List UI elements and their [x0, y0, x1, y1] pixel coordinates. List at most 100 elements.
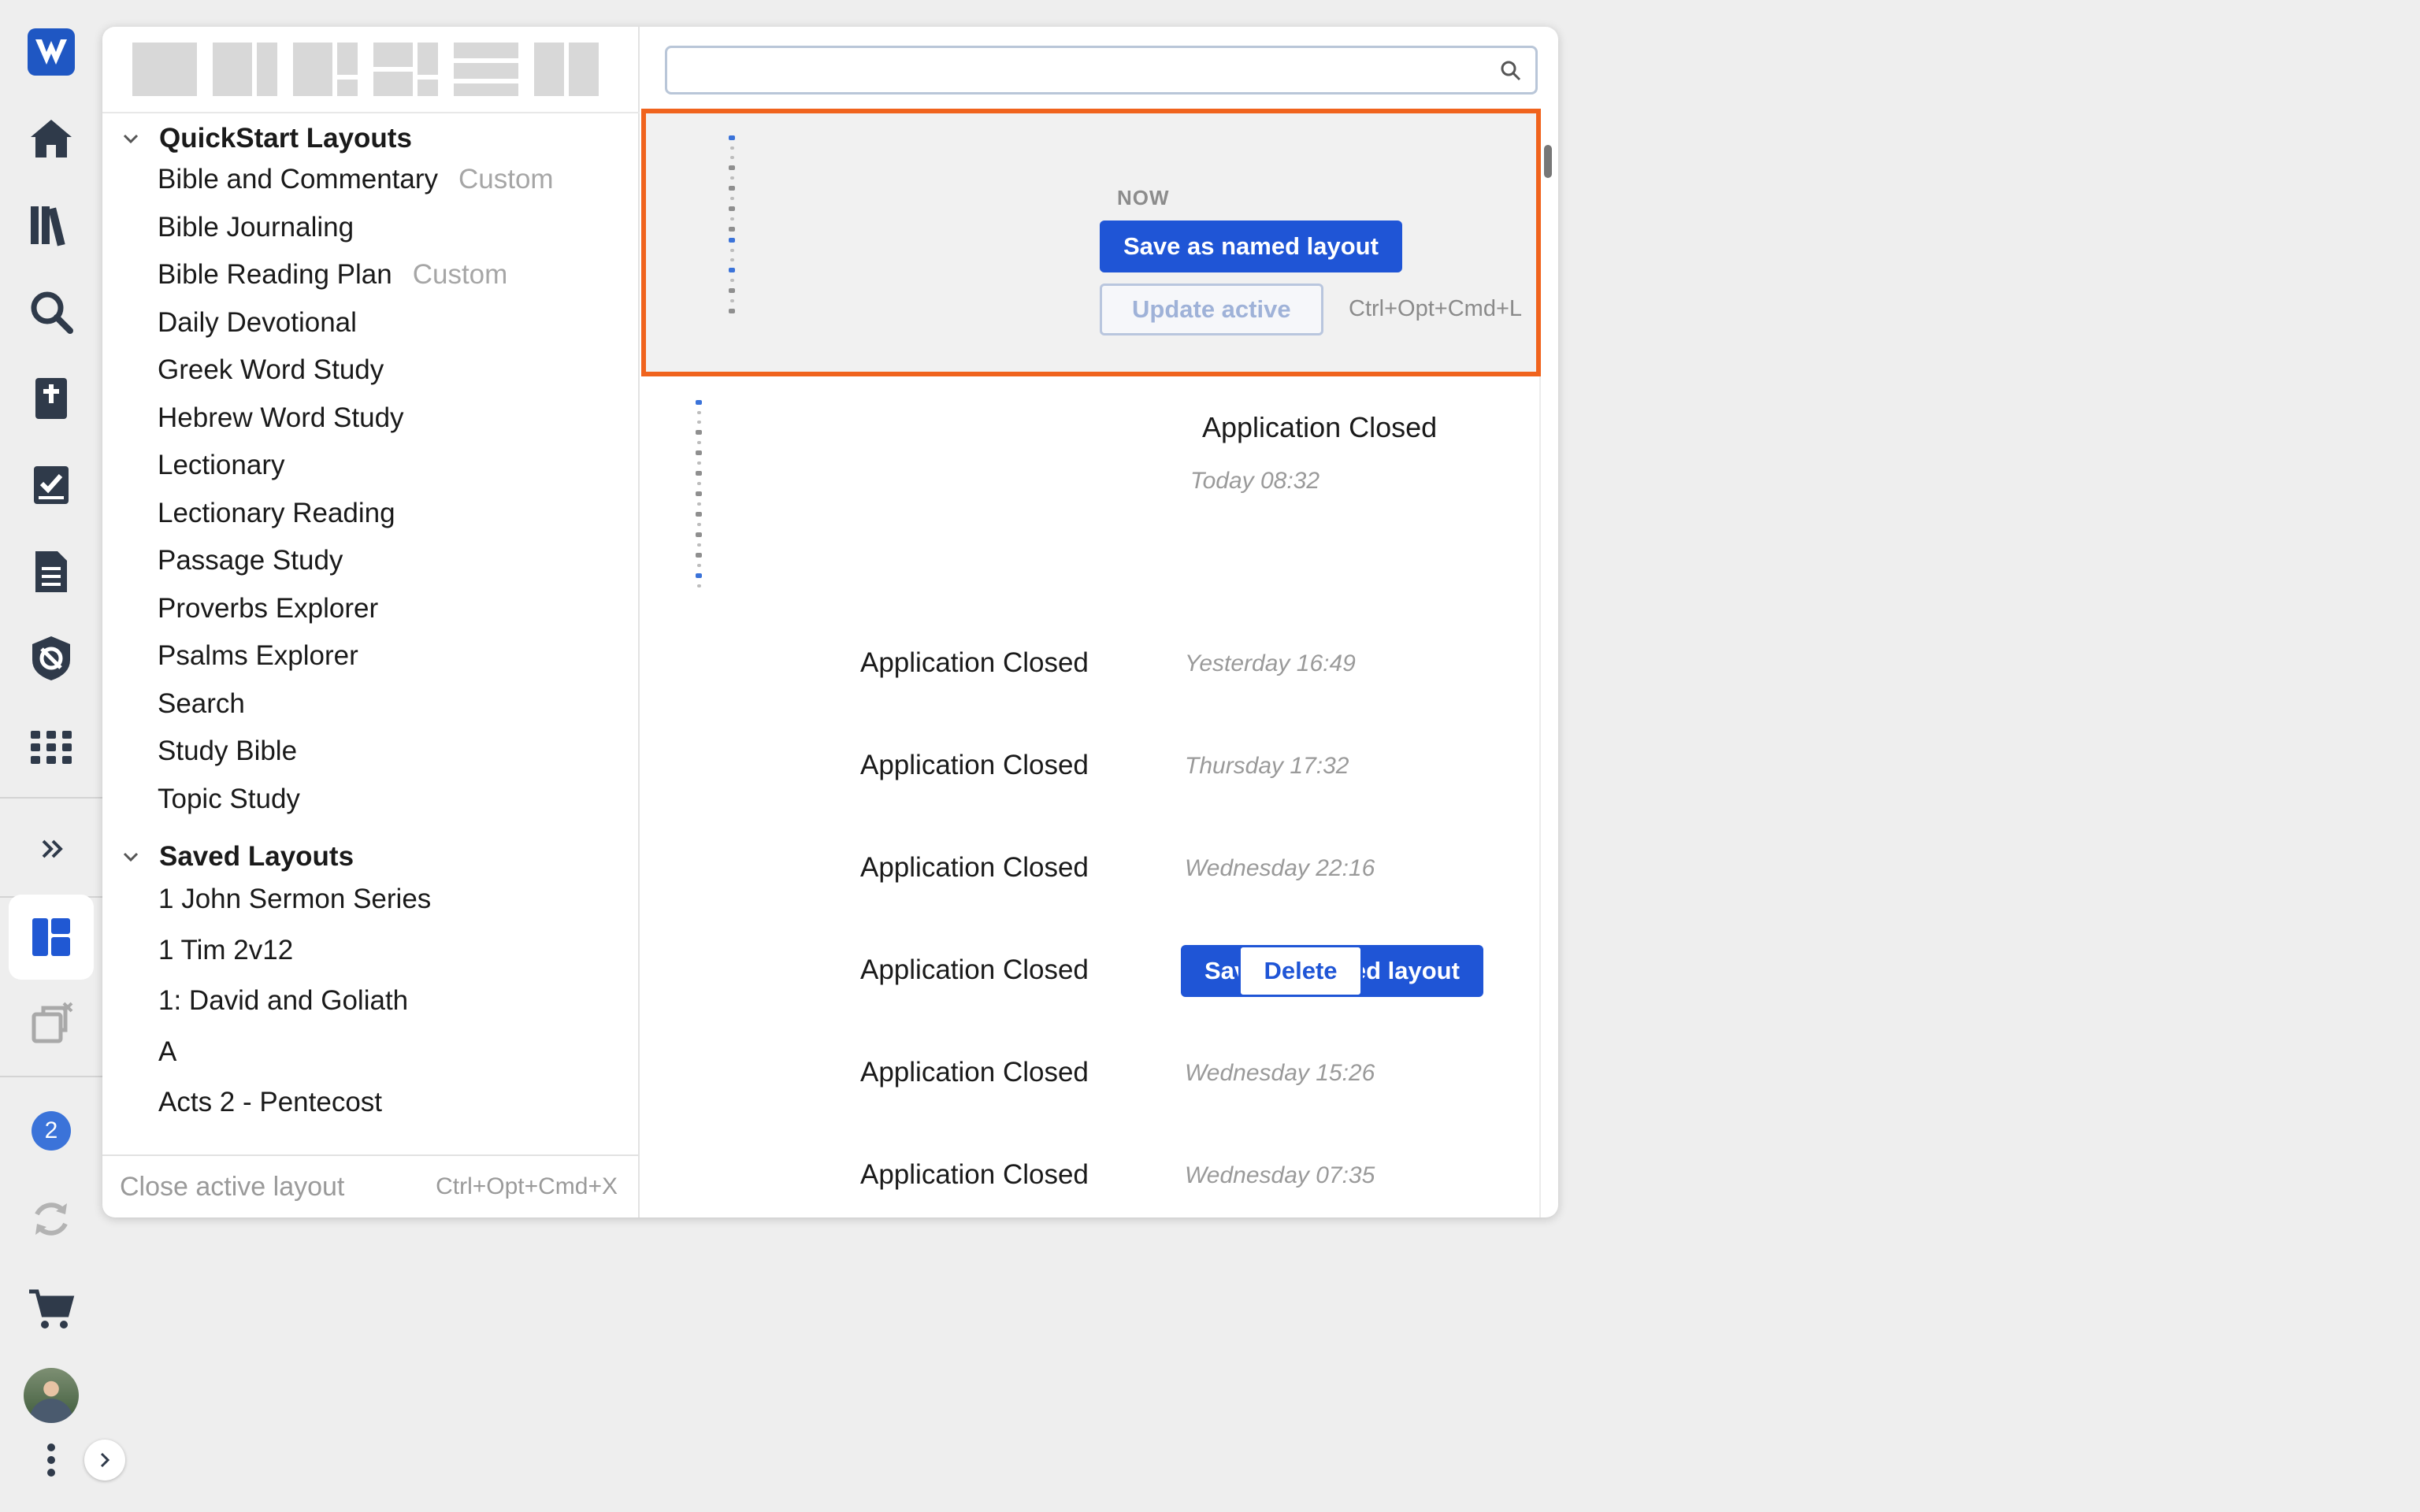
search-icon[interactable] [9, 269, 94, 354]
history-row[interactable]: Application Closed Wednesday 15:26 [641, 1024, 1539, 1118]
double-chevron-right-icon[interactable] [9, 806, 94, 891]
group-title: QuickStart Layouts [159, 123, 412, 154]
checklist-icon[interactable] [9, 443, 94, 528]
saved-layout-item[interactable]: A [158, 1028, 176, 1076]
app-rail: 2 [0, 0, 125, 1512]
layout-thumbnail[interactable] [693, 400, 704, 594]
quickstart-layout-item[interactable]: Daily Devotional [158, 299, 357, 346]
layouts-panel: QuickStart Layouts Bible and Commentary C… [102, 27, 1558, 1217]
chevron-down-icon [123, 852, 139, 862]
history-item-name: Application Closed [860, 954, 1089, 985]
history-item-name[interactable]: Application Closed [1202, 411, 1437, 444]
stacked-layout-icon[interactable] [454, 43, 518, 96]
now-label: NOW [1117, 186, 1170, 209]
shield-icon[interactable] [9, 616, 94, 701]
close-active-layout-shortcut: Ctrl+Opt+Cmd+X [436, 1173, 618, 1199]
layout-item-label: Bible Journaling [158, 212, 354, 243]
history-row[interactable]: Application Closed Wednesday 22:16 [641, 819, 1539, 914]
chevron-right-icon [100, 1452, 110, 1468]
saved-layout-item[interactable]: 1: David and Goliath [158, 977, 408, 1025]
layout-item-label: Hebrew Word Study [158, 402, 404, 433]
quickstart-group-header[interactable]: QuickStart Layouts [120, 115, 412, 162]
four-pane-layout-icon[interactable] [373, 43, 438, 96]
scrollbar-thumb[interactable] [1544, 145, 1552, 178]
layout-item-label: Bible Reading Plan [158, 259, 392, 290]
quickstart-layout-item[interactable]: Greek Word Study [158, 346, 384, 394]
layout-item-label: Acts 2 - Pentecost [158, 1087, 383, 1117]
bible-icon[interactable] [9, 356, 94, 441]
rail-divider [0, 797, 102, 799]
expand-rail-button[interactable] [84, 1440, 125, 1480]
close-active-layout-label: Close active layout [120, 1171, 345, 1202]
saved-layout-item[interactable]: 1 Tim 2v12 [158, 927, 293, 974]
single-pane-layout-icon[interactable] [132, 43, 197, 96]
history-item-name: Application Closed [860, 647, 1089, 678]
search-input[interactable] [667, 48, 1535, 92]
sync-icon[interactable] [9, 1177, 94, 1262]
layouts-tree: QuickStart Layouts Bible and Commentary C… [102, 115, 638, 1153]
home-icon[interactable] [9, 96, 94, 181]
quickstart-layout-item[interactable]: Bible and Commentary Custom [158, 156, 554, 203]
quickstart-layout-item[interactable]: Passage Study [158, 537, 343, 584]
two-pane-layout-icon[interactable] [213, 43, 277, 96]
layout-history-column: NOW Save as named layout Update active C… [641, 27, 1558, 1217]
quickstart-layout-item[interactable]: Proverbs Explorer [158, 585, 378, 632]
document-icon[interactable] [9, 529, 94, 614]
custom-tag: Custom [458, 164, 554, 195]
layout-item-label: Search [158, 688, 245, 719]
layout-item-label: Psalms Explorer [158, 640, 358, 671]
layout-thumbnail[interactable] [726, 135, 737, 320]
saved-layout-item[interactable]: Acts 2 - Pentecost [158, 1079, 382, 1126]
layout-item-label: Lectionary Reading [158, 498, 395, 528]
avatar [24, 1368, 79, 1423]
history-row[interactable]: Application Closed Thursday 17:32 [641, 717, 1539, 811]
saved-layout-item[interactable]: 1 John Sermon Series [158, 876, 431, 923]
saved-group-header[interactable]: Saved Layouts [120, 833, 354, 880]
close-layout-icon[interactable] [9, 981, 94, 1066]
layout-item-label: Lectionary [158, 450, 285, 480]
history-item-time: Thursday 17:32 [1185, 753, 1349, 779]
cart-icon[interactable] [9, 1266, 94, 1351]
layouts-icon[interactable] [9, 895, 94, 980]
quickstart-layout-item[interactable]: Lectionary [158, 442, 284, 489]
custom-tag: Custom [412, 259, 508, 290]
quickstart-layout-item[interactable]: Bible Journaling [158, 204, 354, 251]
quickstart-layout-item[interactable]: Topic Study [158, 776, 300, 823]
logos-logo-icon[interactable] [9, 9, 94, 94]
history-row[interactable]: Application ClosedSave as named layoutDe… [641, 921, 1539, 1016]
divider [102, 112, 640, 113]
layout-item-label: Daily Devotional [158, 307, 357, 338]
history-row[interactable]: Application Closed Yesterday 16:49 [641, 614, 1539, 709]
scrollbar-track[interactable] [1539, 113, 1557, 1217]
quickstart-layout-item[interactable]: Lectionary Reading [158, 490, 395, 537]
history-row[interactable]: Application Closed Wednesday 07:35 [641, 1126, 1539, 1217]
layout-item-label: Bible and Commentary [158, 164, 438, 195]
vertical-dots-icon[interactable] [9, 1418, 94, 1503]
history-item-name: Application Closed [860, 852, 1089, 883]
quickstart-layout-item[interactable]: Bible Reading Plan Custom [158, 251, 507, 298]
group-title: Saved Layouts [159, 841, 354, 872]
layout-item-label: Study Bible [158, 736, 298, 766]
layouts-list-column: QuickStart Layouts Bible and Commentary C… [102, 27, 640, 1217]
search-icon [1501, 61, 1521, 81]
three-pane-layout-icon[interactable] [293, 43, 358, 96]
delete-button[interactable]: Delete [1238, 945, 1363, 997]
close-active-layout-row[interactable]: Close active layout Ctrl+Opt+Cmd+X [102, 1154, 640, 1217]
notifications-badge[interactable]: 2 [9, 1088, 94, 1173]
current-layout-card: NOW Save as named layout Update active C… [641, 109, 1541, 376]
library-icon[interactable] [9, 183, 94, 268]
save-as-named-layout-button[interactable]: Save as named layout [1100, 220, 1402, 272]
update-active-button[interactable]: Update active [1100, 284, 1323, 335]
layout-item-label: Topic Study [158, 784, 300, 814]
quickstart-layout-item[interactable]: Study Bible [158, 728, 297, 775]
apps-grid-icon[interactable] [9, 702, 94, 788]
layout-item-label: A [158, 1036, 177, 1067]
quickstart-layout-item[interactable]: Search [158, 680, 245, 728]
history-item-time: Yesterday 16:49 [1185, 650, 1356, 676]
layout-search [665, 46, 1538, 94]
layout-item-label: Passage Study [158, 545, 343, 576]
layout-item-label: 1 John Sermon Series [158, 884, 432, 914]
columns-layout-icon[interactable] [534, 43, 599, 96]
quickstart-layout-item[interactable]: Psalms Explorer [158, 632, 358, 680]
quickstart-layout-item[interactable]: Hebrew Word Study [158, 395, 404, 442]
